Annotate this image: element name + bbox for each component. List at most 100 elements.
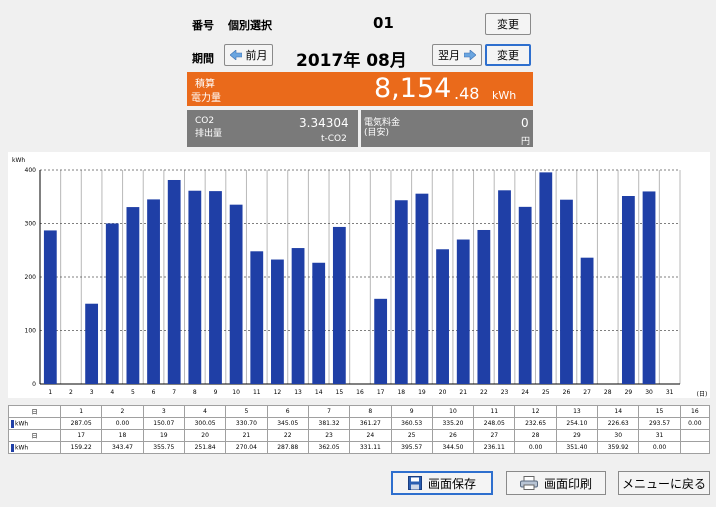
day-value-cell: 344.50 (431, 441, 475, 454)
chart-bar (498, 190, 511, 384)
chart-bar (436, 249, 449, 384)
period-change-button[interactable]: 変更 (485, 44, 531, 66)
day-number-cell: 9 (390, 405, 433, 418)
x-axis-label: (日) (697, 391, 708, 398)
number-change-button[interactable]: 変更 (485, 13, 531, 35)
next-month-button[interactable]: 翌月 (432, 44, 482, 66)
save-screen-button[interactable]: 画面保存 (391, 471, 493, 495)
day-number-cell: 24 (349, 429, 392, 442)
day-number-cell: 6 (266, 405, 309, 418)
x-tick-label: 29 (625, 389, 633, 396)
day-value-cell: 330.70 (225, 417, 268, 430)
co2-value: 3.34304 (299, 116, 349, 130)
chart-bar (518, 206, 532, 384)
day-value-cell: 359.92 (597, 441, 640, 454)
day-value-cell: 159.22 (59, 441, 103, 454)
day-number-cell: 18 (101, 429, 144, 442)
day-value-cell: 254.10 (555, 417, 599, 430)
day-number-cell: 29 (555, 429, 599, 442)
co2-panel: CO2 排出量 3.34304 t-CO2 (187, 110, 358, 147)
x-tick-label: 1 (48, 389, 52, 396)
x-tick-label: 6 (152, 389, 156, 396)
number-mode-label: 個別選択 (228, 19, 272, 32)
prev-month-label: 前月 (245, 49, 268, 62)
number-change-label: 変更 (497, 18, 519, 31)
x-tick-label: 22 (480, 389, 488, 396)
day-number-cell: 28 (514, 429, 557, 442)
day-value-cell: 381.32 (307, 417, 351, 430)
series-legend-swatch (11, 419, 14, 428)
y-tick-label: 0 (32, 381, 36, 388)
chart-bar (126, 207, 140, 384)
x-tick-label: 31 (666, 389, 674, 396)
day-number-cell: 26 (431, 429, 475, 442)
table-day-row: 日 17 18 19 20 21 22 23 24 25 26 27 28 29 30 31 (8, 429, 711, 442)
day-value-cell: 0.00 (514, 441, 557, 454)
chart-bar (105, 223, 119, 384)
day-value-cell: 236.11 (473, 441, 516, 454)
day-value-cell: 251.84 (183, 441, 227, 454)
day-value-cell: 270.04 (225, 441, 268, 454)
x-tick-label: 3 (90, 389, 94, 396)
x-tick-label: 2 (69, 389, 73, 396)
x-tick-label: 13 (294, 389, 302, 396)
cost-value: 0 (521, 116, 529, 130)
period-label: 期間 (192, 52, 214, 65)
day-number-cell: 16 (679, 405, 711, 418)
chart-bar (271, 259, 284, 384)
x-tick-label: 23 (501, 389, 509, 396)
day-number-cell: 20 (183, 429, 227, 442)
x-tick-label: 30 (645, 389, 653, 396)
chart-bar (167, 179, 181, 384)
day-number-cell: 7 (307, 405, 351, 418)
print-screen-button[interactable]: 画面印刷 (506, 471, 606, 495)
y-tick-label: 300 (25, 221, 37, 228)
prev-month-button[interactable]: 前月 (224, 44, 273, 66)
day-value-cell: 361.27 (349, 417, 392, 430)
chart-bar (291, 248, 305, 384)
printer-icon (519, 476, 538, 490)
series-legend-swatch (11, 443, 14, 452)
y-axis-label: kWh (12, 157, 25, 164)
day-value-cell (679, 441, 711, 454)
save-icon (407, 476, 422, 490)
back-to-menu-label: メニューに戻る (621, 476, 706, 491)
day-number-cell: 14 (597, 405, 640, 418)
day-number-cell: 11 (473, 405, 516, 418)
chart-bar (312, 262, 326, 384)
day-number-cell: 30 (597, 429, 640, 442)
daily-values-table: 日 1 2 3 4 5 6 7 8 9 10 11 12 13 14 15 16 kWh 287.05 0.00 150… (8, 405, 711, 454)
day-number-cell: 4 (183, 405, 227, 418)
x-tick-label: 28 (604, 389, 612, 396)
chart-bar (394, 200, 408, 384)
chart-bar (188, 190, 202, 384)
day-value-cell: 0.00 (638, 441, 681, 454)
day-value-cell: 362.05 (307, 441, 351, 454)
power-unit: kWh (492, 89, 517, 102)
day-number-cell: 12 (514, 405, 557, 418)
chart-bar (477, 229, 491, 384)
x-tick-label: 18 (397, 389, 405, 396)
period-change-label: 変更 (497, 49, 519, 62)
period-value: 2017年 08月 (296, 51, 407, 71)
day-number-cell: 21 (225, 429, 268, 442)
day-value-cell: 343.47 (101, 441, 144, 454)
day-value-cell: 351.40 (555, 441, 599, 454)
day-value-cell: 300.05 (183, 417, 227, 430)
day-value-cell: 0.00 (679, 417, 711, 430)
daily-power-chart: 0 100 200 300 400 kWh (日) 1 2 3 4 5 6 7 8 9 10 11 12 13 14 15… (8, 152, 710, 398)
day-number-cell: 15 (638, 405, 681, 418)
day-number-cell: 3 (142, 405, 185, 418)
chart-bar (580, 257, 594, 384)
day-number-cell: 19 (142, 429, 185, 442)
back-to-menu-button[interactable]: メニューに戻る (618, 471, 710, 495)
x-tick-label: 5 (131, 389, 135, 396)
y-tick-label: 200 (25, 274, 37, 281)
save-screen-label: 画面保存 (427, 476, 476, 491)
chart-bar (415, 193, 429, 384)
unit-header-cell: kWh (8, 441, 61, 454)
number-value: 01 (373, 14, 394, 32)
co2-unit: t-CO2 (321, 134, 347, 144)
x-tick-label: 19 (418, 389, 426, 396)
power-value-decimal: .48 (454, 84, 480, 103)
